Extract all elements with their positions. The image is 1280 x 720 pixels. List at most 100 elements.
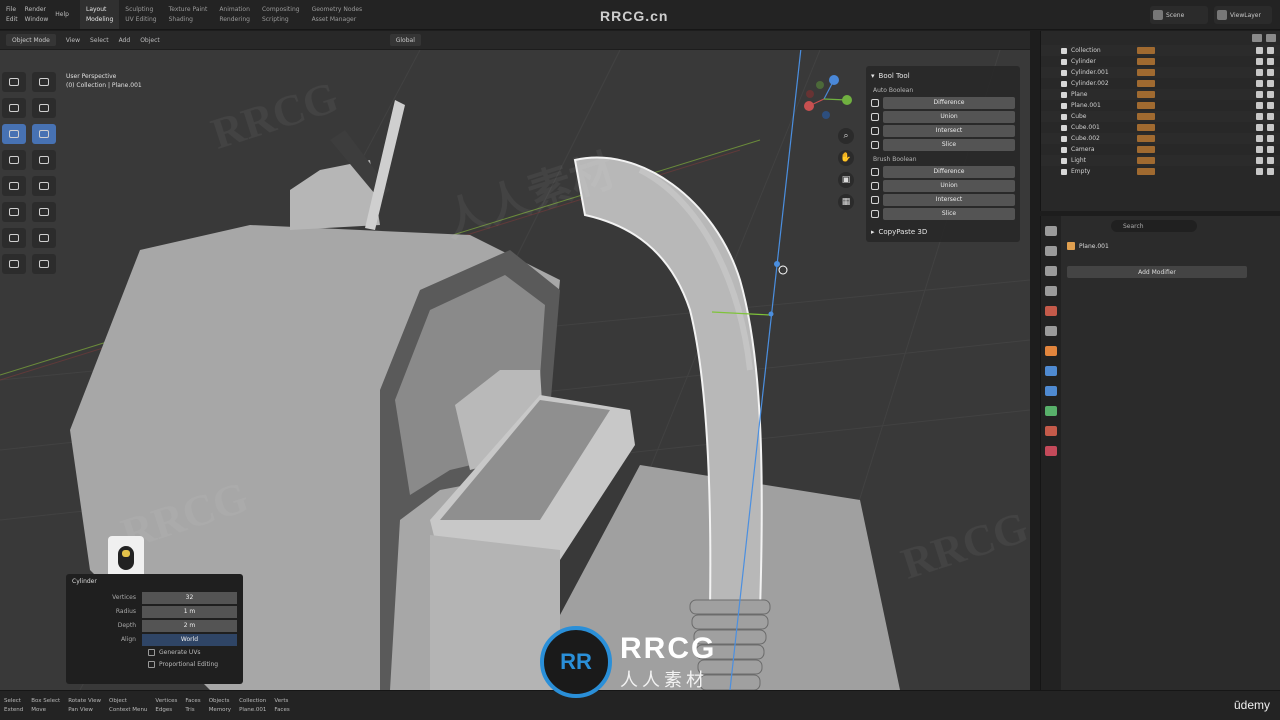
brush-intersect-button[interactable]: Intersect [883, 193, 1015, 206]
vertices-field[interactable]: 32 [142, 591, 237, 604]
3d-viewport[interactable]: User Perspective (0) Collection | Plane.… [0, 50, 1030, 690]
generate-uvs-checkbox[interactable]: Generate UVs [148, 646, 237, 658]
gizmo-handle[interactable] [774, 261, 780, 267]
filter-icon[interactable] [1252, 34, 1262, 42]
workspace-tab[interactable]: Layout Modeling [79, 0, 120, 29]
brush-slice-button[interactable]: Slice [883, 207, 1015, 220]
eye-icon[interactable] [1256, 58, 1263, 65]
outliner-row[interactable]: Cube [1041, 111, 1280, 122]
menu-view[interactable]: View [66, 37, 80, 44]
eye-icon[interactable] [1256, 80, 1263, 87]
auto-intersect-button[interactable]: Intersect [883, 124, 1015, 137]
properties-tab-icon[interactable] [1045, 446, 1057, 456]
spin-tool-button[interactable] [32, 228, 56, 248]
checkbox-icon[interactable] [1061, 124, 1067, 131]
workspace-tab[interactable]: Texture Paint Shading [163, 0, 214, 29]
checkbox-icon[interactable] [1061, 47, 1067, 54]
checkbox-icon[interactable] [1061, 69, 1067, 76]
menu-help-group[interactable]: Help [55, 0, 69, 29]
properties-tab-icon[interactable] [1045, 306, 1057, 316]
camera-icon[interactable] [1267, 135, 1274, 142]
camera-icon[interactable] [1267, 80, 1274, 87]
workspace-tab[interactable]: Geometry Nodes Asset Manager [306, 0, 369, 29]
bevel-tool-button[interactable] [2, 202, 26, 222]
auto-slice-button[interactable]: Slice [883, 138, 1015, 151]
eye-icon[interactable] [1256, 47, 1263, 54]
checkbox-icon[interactable] [1061, 80, 1067, 87]
operation-title[interactable]: Cylinder [72, 578, 237, 590]
proportional-editing-checkbox[interactable]: Proportional Editing [148, 658, 237, 670]
camera-icon[interactable] [1267, 58, 1274, 65]
properties-tab-icon[interactable] [1045, 386, 1057, 396]
menu-object[interactable]: Object [140, 37, 160, 44]
outliner-row[interactable]: Plane.001 [1041, 100, 1280, 111]
properties-tab-icon[interactable] [1045, 326, 1057, 336]
pan-hand-icon[interactable]: ✋ [838, 150, 854, 166]
knife-tool-button[interactable] [32, 202, 56, 222]
checkbox-icon[interactable] [1061, 91, 1067, 98]
properties-tab-icon[interactable] [1045, 246, 1057, 256]
grid-icon[interactable]: ▦ [838, 194, 854, 210]
brush-union-button[interactable]: Union [883, 179, 1015, 192]
eye-icon[interactable] [1256, 135, 1263, 142]
eye-icon[interactable] [1256, 146, 1263, 153]
extrude-tool-button[interactable] [32, 176, 56, 196]
camera-icon[interactable] [1267, 168, 1274, 175]
checkbox-icon[interactable] [1061, 135, 1067, 142]
select-tool-button[interactable] [2, 72, 26, 92]
outliner-row[interactable]: Cube.002 [1041, 133, 1280, 144]
properties-search[interactable]: Search [1111, 220, 1197, 232]
checkbox-icon[interactable] [1061, 58, 1067, 65]
depth-field[interactable]: 2 m [142, 619, 237, 632]
scale-tool-button[interactable] [2, 124, 26, 144]
menu-window[interactable]: Window [25, 16, 49, 23]
checkbox-icon[interactable] [1061, 168, 1067, 175]
camera-icon[interactable] [1267, 124, 1274, 131]
outliner-row[interactable]: Collection [1041, 45, 1280, 56]
auto-union-button[interactable]: Union [883, 110, 1015, 123]
outliner-row[interactable]: Cylinder [1041, 56, 1280, 67]
menu-add[interactable]: Add [119, 37, 131, 44]
eye-icon[interactable] [1256, 124, 1263, 131]
auto-difference-button[interactable]: Difference [883, 96, 1015, 109]
eye-icon[interactable] [1256, 69, 1263, 76]
properties-tab-icon[interactable] [1045, 346, 1057, 356]
poly-build-tool-button[interactable] [2, 228, 26, 248]
camera-icon[interactable] [1267, 157, 1274, 164]
annotate-tool-button[interactable] [2, 150, 26, 170]
menu-edit[interactable]: Edit [6, 16, 18, 23]
properties-tab-icon[interactable] [1045, 266, 1057, 276]
menu-render-window[interactable]: Render Window [25, 0, 49, 29]
radius-field[interactable]: 1 m [142, 605, 237, 618]
menu-help[interactable]: Help [55, 11, 69, 18]
view-layer-selector[interactable]: ViewLayer [1214, 6, 1272, 24]
add-cube-tool-button[interactable] [2, 176, 26, 196]
outliner-row[interactable]: Light [1041, 155, 1280, 166]
outliner-row[interactable]: Plane [1041, 89, 1280, 100]
move-tool-button[interactable] [2, 98, 26, 118]
eye-icon[interactable] [1256, 113, 1263, 120]
workspace-tab[interactable]: Animation Rendering [213, 0, 256, 29]
menu-select[interactable]: Select [90, 37, 109, 44]
checkbox-icon[interactable] [1061, 113, 1067, 120]
workspace-tab[interactable]: Sculpting UV Editing [119, 0, 162, 29]
camera-icon[interactable] [1267, 69, 1274, 76]
menu-file-edit[interactable]: File Edit [6, 0, 18, 29]
copypaste-panel-header[interactable]: ▸ CopyPaste 3D [871, 226, 1015, 238]
outliner-row[interactable]: Cylinder.001 [1041, 67, 1280, 78]
properties-tab-icon[interactable] [1045, 226, 1057, 236]
camera-icon[interactable] [1267, 113, 1274, 120]
outliner-row[interactable]: Camera [1041, 144, 1280, 155]
outliner-row[interactable]: Cube.001 [1041, 122, 1280, 133]
brush-difference-button[interactable]: Difference [883, 165, 1015, 178]
shear-tool-button[interactable] [2, 254, 26, 274]
add-modifier-button[interactable]: Add Modifier [1067, 266, 1247, 278]
workspace-tab[interactable]: Compositing Scripting [256, 0, 306, 29]
mode-dropdown[interactable]: Object Mode [6, 34, 56, 46]
camera-icon[interactable] [1267, 102, 1274, 109]
align-dropdown[interactable]: World [142, 633, 237, 646]
rip-tool-button[interactable] [32, 254, 56, 274]
properties-tab-icon[interactable] [1045, 286, 1057, 296]
new-collection-icon[interactable] [1266, 34, 1276, 42]
checkbox-icon[interactable] [1061, 157, 1067, 164]
